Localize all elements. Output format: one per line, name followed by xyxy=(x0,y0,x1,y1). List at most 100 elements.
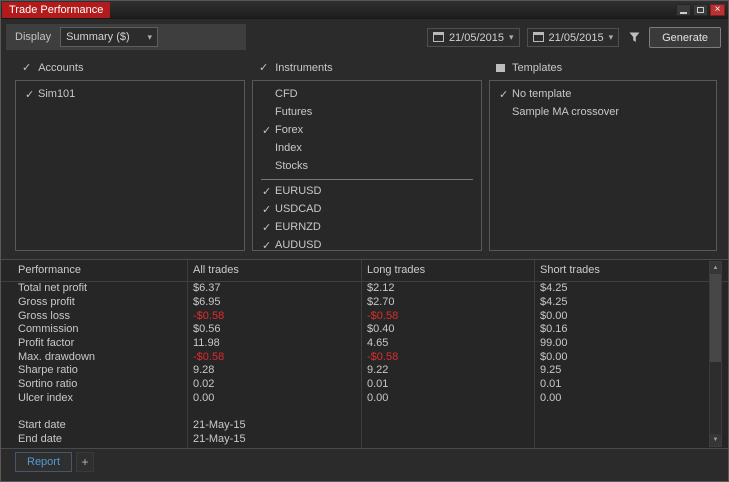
table-row[interactable]: Profit factor 11.98 4.65 99.00 xyxy=(1,337,728,351)
templates-header: Templates xyxy=(496,62,562,74)
list-item-label: No template xyxy=(512,88,572,100)
cell-value: 0.00 xyxy=(540,391,562,404)
list-item-sim101[interactable]: ✓ Sim101 xyxy=(16,85,244,103)
table-row[interactable]: End date 21-May-15 xyxy=(1,432,728,447)
list-item-index[interactable]: Index xyxy=(253,139,481,157)
check-icon: ✓ xyxy=(262,203,272,216)
cell-value: $6.37 xyxy=(193,282,221,295)
tab-report[interactable]: Report xyxy=(15,452,73,472)
cell-value: $0.16 xyxy=(540,323,568,336)
row-label: Ulcer index xyxy=(18,391,74,404)
table-row[interactable] xyxy=(1,405,728,419)
list-item-label: Stocks xyxy=(275,160,309,172)
instruments-separator xyxy=(261,179,473,180)
table-header-row: Performance All trades Long trades Short tr… xyxy=(1,260,728,282)
tab-add-button[interactable]: + xyxy=(76,452,95,472)
column-header-short-trades[interactable]: Short trades xyxy=(534,264,706,277)
scrollbar-track[interactable] xyxy=(710,274,721,434)
table-row[interactable]: Sortino ratio 0.02 0.01 0.01 xyxy=(1,378,728,392)
instruments-label: Instruments xyxy=(275,62,333,74)
scroll-up-button[interactable]: ▲ xyxy=(710,262,721,274)
list-item-label: Sample MA crossover xyxy=(512,106,619,118)
display-label: Display xyxy=(15,31,52,43)
templates-checkbox[interactable] xyxy=(496,64,505,72)
minimize-button[interactable] xyxy=(676,4,691,16)
cell-value: $0.00 xyxy=(540,350,568,363)
cell-value: 9.25 xyxy=(540,364,562,377)
table-row[interactable]: Sharpe ratio 9.28 9.22 9.25 xyxy=(1,364,728,378)
list-item-label: EURNZD xyxy=(275,221,321,233)
scroll-down-button[interactable]: ▼ xyxy=(710,434,721,446)
cell-value: 21-May-15 xyxy=(193,432,246,445)
accounts-list: ✓ Sim101 xyxy=(16,81,244,103)
generate-button[interactable]: Generate xyxy=(649,27,721,48)
cell-value: 4.65 xyxy=(367,337,389,350)
row-label: Sharpe ratio xyxy=(18,364,78,377)
list-item-cfd[interactable]: CFD xyxy=(253,85,481,103)
list-item-forex[interactable]: ✓ Forex xyxy=(253,121,481,139)
filter-icon[interactable] xyxy=(626,30,642,46)
cell-value: $0.40 xyxy=(367,323,395,336)
minimize-icon xyxy=(680,11,687,14)
column-header-all-trades[interactable]: All trades xyxy=(187,264,361,277)
table-row[interactable]: Ulcer index 0.00 0.00 0.00 xyxy=(1,391,728,406)
cell-value: $0.00 xyxy=(540,309,568,322)
add-tab-icon: + xyxy=(81,455,89,469)
list-item-eurnzd[interactable]: ✓ EURNZD xyxy=(253,218,481,236)
maximize-button[interactable] xyxy=(693,4,708,16)
date-to-picker[interactable]: 21/05/2015 ▾ xyxy=(526,28,620,47)
list-item-label: Futures xyxy=(275,106,313,118)
list-item-futures[interactable]: Futures xyxy=(253,103,481,121)
table-row[interactable]: Max. drawdown -$0.58 -$0.58 $0.00 xyxy=(1,350,728,364)
list-item-audusd[interactable]: ✓ AUDUSD xyxy=(253,236,481,251)
cell-value: $0.56 xyxy=(193,323,221,336)
table-scrollbar[interactable]: ▲ ▼ xyxy=(709,261,722,447)
date-from-picker[interactable]: 21/05/2015 ▾ xyxy=(426,28,520,47)
templates-list: ✓ No template Sample MA crossover xyxy=(490,81,716,121)
cell-value: -$0.58 xyxy=(367,309,399,322)
list-item-label: USDCAD xyxy=(275,203,322,215)
column-divider xyxy=(187,260,188,448)
accounts-panel: ✓ Sim101 xyxy=(15,80,245,251)
list-item-label: Index xyxy=(275,142,302,154)
table-row[interactable]: Commission $0.56 $0.40 $0.16 xyxy=(1,323,728,337)
row-label: Commission xyxy=(18,323,79,336)
column-header-performance[interactable]: Performance xyxy=(1,264,187,277)
check-icon: ✓ xyxy=(25,88,35,101)
table-row[interactable]: Gross loss -$0.58 -$0.58 $0.00 xyxy=(1,309,728,323)
instrument-types-list: CFD Futures ✓ Forex Index Stocks xyxy=(253,81,481,175)
cell-value: $4.25 xyxy=(540,282,568,295)
close-button[interactable]: × xyxy=(710,4,725,16)
table-row[interactable]: Gross profit $6.95 $2.70 $4.25 xyxy=(1,296,728,310)
list-item-label: Forex xyxy=(275,124,304,136)
scrollbar-thumb[interactable] xyxy=(710,274,721,362)
cell-value: 21-May-15 xyxy=(193,419,246,432)
list-item-label: AUDUSD xyxy=(275,239,322,251)
chevron-down-icon: ▾ xyxy=(608,32,614,42)
cell-value: $2.70 xyxy=(367,296,395,309)
cell-value: $2.12 xyxy=(367,282,395,295)
instruments-checkbox[interactable]: ✓ xyxy=(259,62,268,74)
list-item-stocks[interactable]: Stocks xyxy=(253,157,481,175)
display-dropdown[interactable]: Summary ($) ▾ xyxy=(60,27,159,47)
row-label: Profit factor xyxy=(18,337,75,350)
column-divider xyxy=(361,260,362,448)
list-item-label: CFD xyxy=(275,88,298,100)
check-icon: ✓ xyxy=(499,88,509,101)
list-item-no-template[interactable]: ✓ No template xyxy=(490,85,716,103)
display-value: Summary ($) xyxy=(66,31,130,43)
cell-value: 99.00 xyxy=(540,337,568,350)
cell-value: 0.01 xyxy=(367,378,389,391)
cell-value: 11.98 xyxy=(193,337,220,350)
calendar-icon xyxy=(432,31,444,45)
column-header-long-trades[interactable]: Long trades xyxy=(361,264,534,277)
list-item-usdcad[interactable]: ✓ USDCAD xyxy=(253,200,481,218)
table-row[interactable]: Total net profit $6.37 $2.12 $4.25 xyxy=(1,282,728,296)
table-row[interactable]: Start date 21-May-15 xyxy=(1,419,728,433)
title-bar[interactable]: Trade Performance × xyxy=(1,1,728,19)
list-item-eurusd[interactable]: ✓ EURUSD xyxy=(253,182,481,200)
list-item-sample-ma-crossover[interactable]: Sample MA crossover xyxy=(490,103,716,121)
accounts-checkbox[interactable]: ✓ xyxy=(22,62,31,74)
check-icon: ✓ xyxy=(262,185,272,198)
cell-value: -$0.58 xyxy=(367,350,399,363)
